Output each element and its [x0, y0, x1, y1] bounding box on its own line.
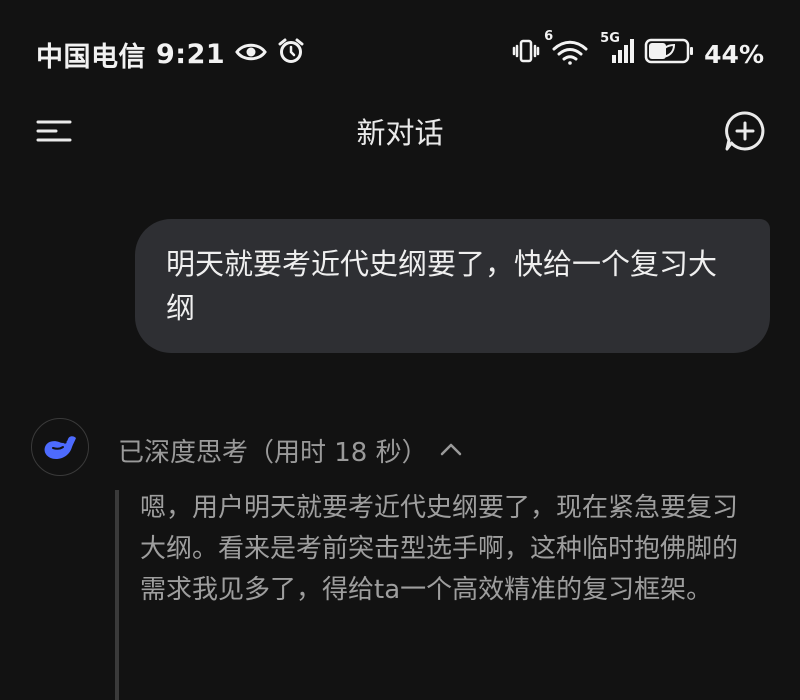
assistant-avatar	[31, 418, 89, 476]
thinking-quote-bar	[115, 490, 119, 700]
thinking-content: 嗯，用户明天就要考近代史纲要了，现在紧急要复习大纲。看来是考前突击型选手啊，这种…	[140, 493, 739, 605]
battery-percent: 44%	[704, 39, 764, 69]
thinking-toggle[interactable]: 已深度思考（用时 18 秒）	[118, 430, 464, 470]
clock: 9:21	[156, 38, 226, 70]
new-chat-button[interactable]	[724, 110, 766, 152]
app-header: 新对话	[0, 106, 800, 156]
vibrate-icon	[512, 37, 540, 71]
eye-icon	[235, 39, 267, 70]
new-chat-icon	[725, 111, 765, 151]
user-message-text: 明天就要考近代史纲要了，快给一个复习大纲	[166, 247, 718, 325]
wifi-badge: 6	[544, 29, 554, 44]
status-bar: 中国电信 9:21 6 5G 44%	[0, 0, 800, 106]
alarm-icon	[277, 37, 305, 72]
user-message-bubble[interactable]: 明天就要考近代史纲要了，快给一个复习大纲	[135, 219, 770, 353]
whale-logo-icon	[44, 436, 76, 459]
status-left: 中国电信 9:21	[36, 36, 305, 73]
wifi-icon: 6	[544, 29, 590, 71]
page-title: 新对话	[356, 116, 444, 150]
cell-signal-icon: 5G	[600, 31, 635, 71]
carrier-label: 中国电信	[36, 41, 146, 73]
battery-icon	[644, 37, 694, 71]
network-type: 5G	[600, 31, 620, 46]
status-right: 6 5G 44%	[512, 29, 764, 72]
chevron-up-icon	[440, 443, 461, 456]
thinking-label: 已深度思考（用时 18 秒）	[118, 437, 428, 468]
